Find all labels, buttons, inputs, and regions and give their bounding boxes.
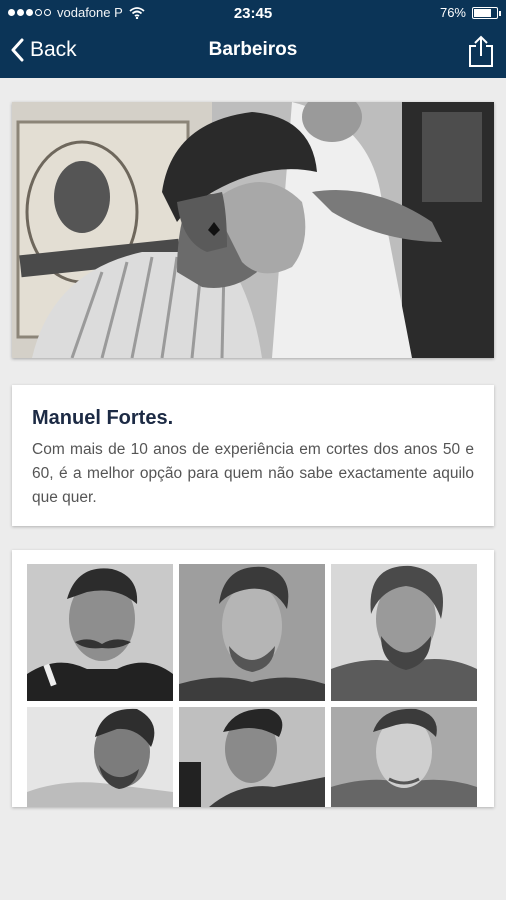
back-label: Back	[30, 38, 77, 61]
gallery-grid	[27, 564, 479, 807]
battery-level	[474, 8, 491, 17]
status-bar: vodafone P 23:45 76%	[0, 0, 506, 26]
barber-description: Com mais de 10 anos de experiência em co…	[32, 441, 474, 506]
barber-info-card: Manuel Fortes. Com mais de 10 anos de ex…	[12, 385, 494, 526]
share-icon	[469, 35, 493, 67]
barber-hero-photo	[12, 102, 494, 358]
share-button[interactable]	[466, 34, 496, 68]
gallery-photo[interactable]	[331, 707, 477, 807]
status-right: 76%	[439, 5, 501, 20]
gallery-photo[interactable]	[27, 564, 173, 701]
navigation-bar: Back Barbeiros	[0, 26, 506, 78]
battery-icon	[472, 6, 501, 19]
gallery-photo[interactable]	[27, 707, 173, 807]
barber-name: Manuel Fortes.	[32, 407, 174, 429]
chevron-left-icon	[11, 38, 24, 62]
gallery-photo[interactable]	[179, 707, 325, 807]
gallery-photo[interactable]	[179, 564, 325, 701]
back-button[interactable]: Back	[10, 38, 77, 62]
status-time: 23:45	[233, 5, 273, 22]
battery-percent: 76%	[439, 5, 466, 20]
gallery-photo[interactable]	[331, 564, 477, 701]
haircut-gallery	[12, 550, 494, 807]
